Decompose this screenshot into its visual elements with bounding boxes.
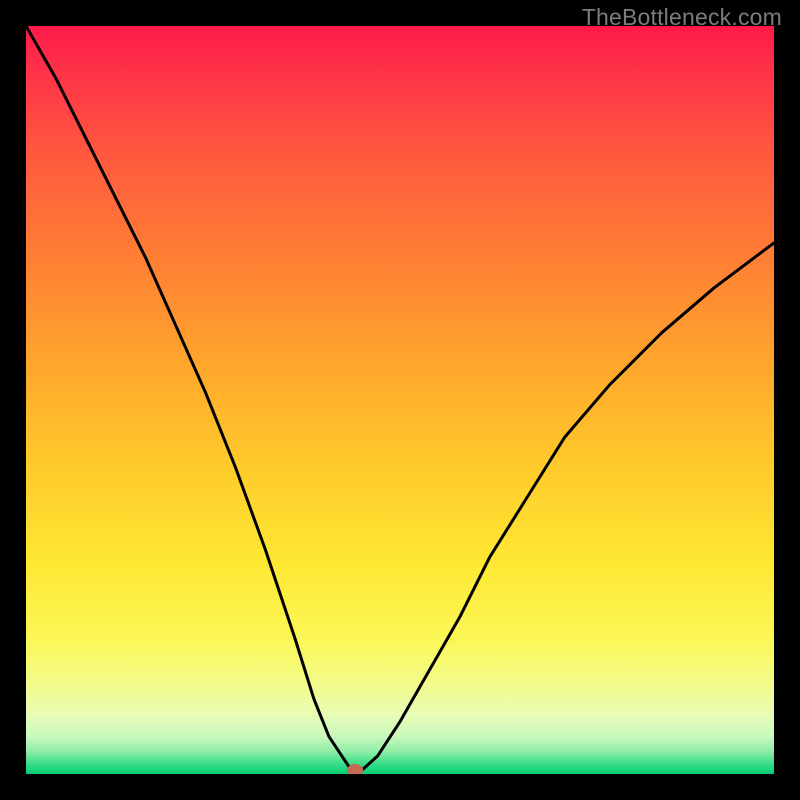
plot-area <box>26 26 774 774</box>
watermark-text: TheBottleneck.com <box>582 4 782 31</box>
bottleneck-curve <box>26 26 774 774</box>
chart-container: TheBottleneck.com <box>0 0 800 800</box>
